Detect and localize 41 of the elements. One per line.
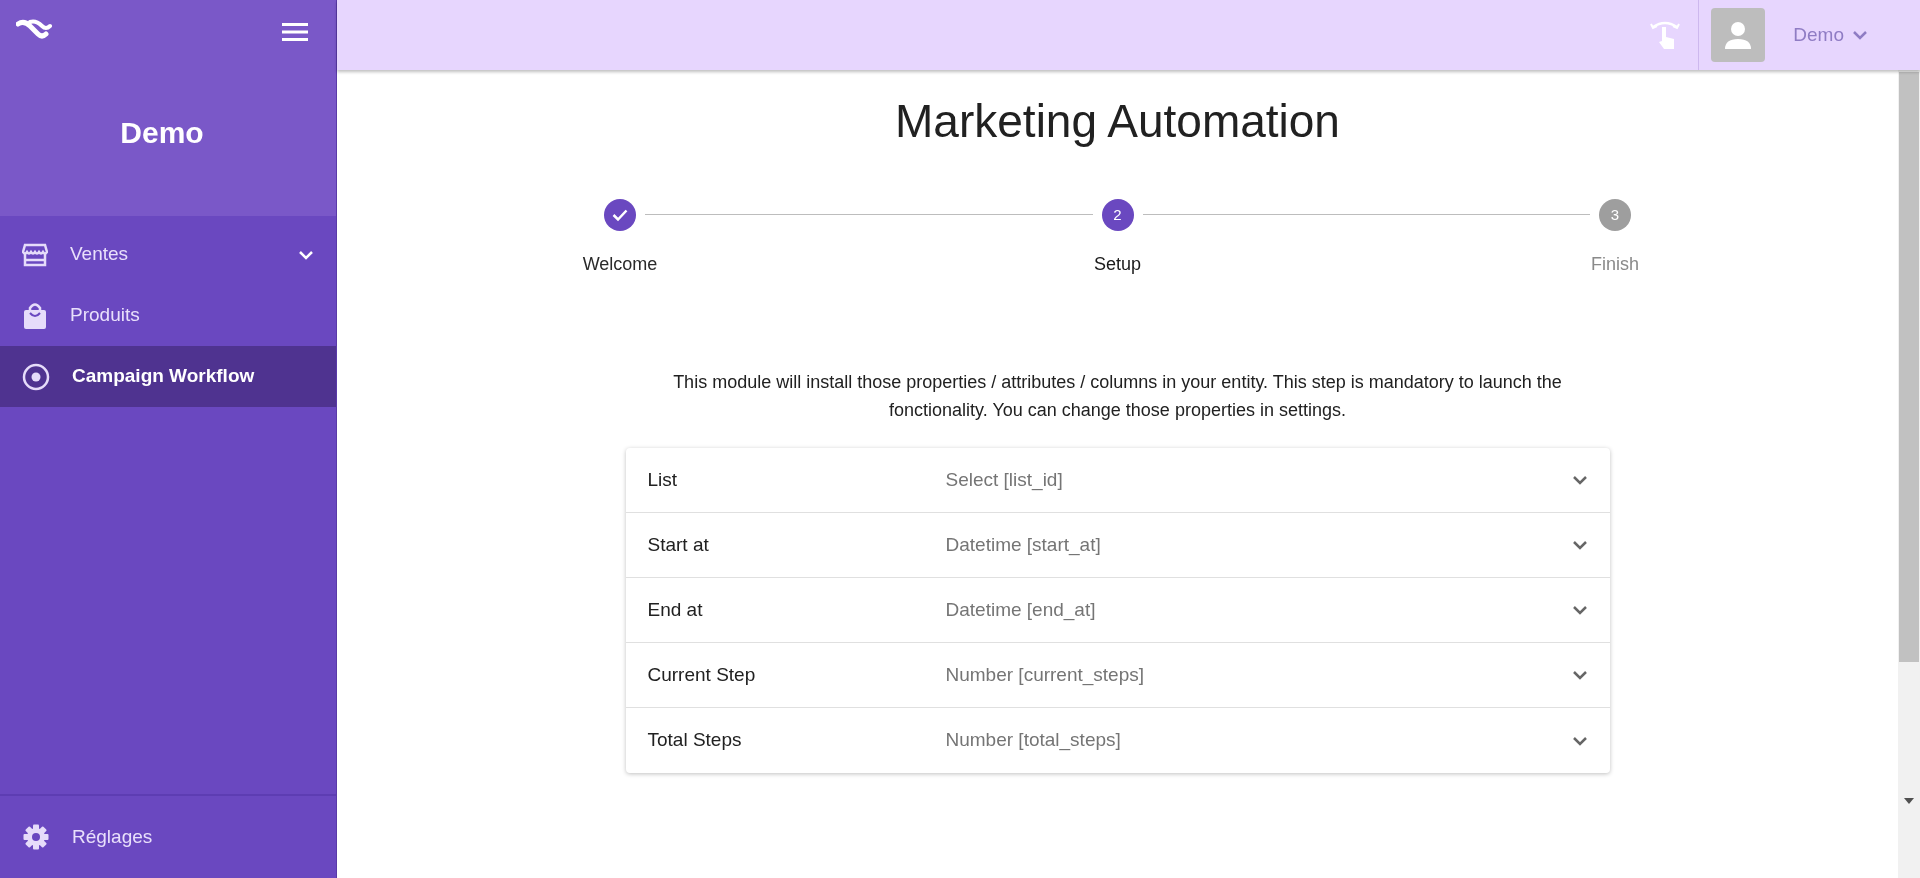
- chevron-down-icon: [1571, 539, 1588, 552]
- avatar[interactable]: [1711, 8, 1766, 62]
- settings-icon: [22, 823, 50, 851]
- chevron-down-icon: [1571, 669, 1588, 682]
- field-type-text: Datetime [start_at]: [945, 532, 1102, 558]
- field-row[interactable]: List Select [list_id]: [625, 448, 1610, 514]
- step-number: 3: [1599, 199, 1631, 232]
- target-icon: [22, 362, 50, 391]
- shopping-bag-icon: [22, 301, 48, 330]
- step-label: Welcome: [582, 253, 658, 277]
- chevron-down-icon: [1571, 474, 1588, 487]
- chevron-down-icon: [1571, 734, 1588, 747]
- store-icon: [22, 242, 48, 267]
- field-row[interactable]: Total Steps Number [total_steps]: [625, 708, 1610, 774]
- field-label: Start at: [647, 532, 710, 557]
- field-label: List: [647, 467, 679, 492]
- field-type-text: Number [total_steps]: [945, 728, 1122, 753]
- description-text: This module will install those properties / attributes / columns in your entity. This step is mandatory to launch the fonctionality. You can change those properties in settings.: [672, 371, 1563, 423]
- field-row[interactable]: Current Step Number [current_steps]: [625, 643, 1610, 709]
- chevron-down-icon: [1571, 604, 1588, 617]
- step-label: Setup: [1093, 253, 1141, 277]
- field-type-text: Number [current_steps]: [945, 662, 1146, 688]
- menu-icon[interactable]: [282, 22, 308, 42]
- step-label: Finish: [1591, 253, 1639, 277]
- sidebar-item[interactable]: Ventes: [0, 224, 336, 285]
- step-number: 2: [1101, 199, 1134, 232]
- field-label: Current Step: [647, 662, 757, 687]
- field-label: Total Steps: [647, 728, 743, 753]
- field-row[interactable]: End at Datetime [end_at]: [625, 578, 1610, 644]
- sidebar-item[interactable]: Campaign Workflow: [0, 346, 336, 407]
- field-row[interactable]: Start at Datetime [start_at]: [625, 513, 1610, 579]
- brand-name: Demo: [119, 115, 205, 151]
- sidebar-item[interactable]: Produits: [0, 285, 336, 346]
- caret-icon: [1852, 29, 1868, 41]
- field-type-text: Select [list_id]: [945, 467, 1064, 493]
- field-label: End at: [647, 597, 704, 622]
- field-type-text: Datetime [end_at]: [945, 597, 1097, 623]
- scrollbar[interactable]: [1898, 70, 1920, 878]
- settings-item[interactable]: Réglages: [0, 794, 336, 878]
- page-title: Marketing Automation: [895, 94, 1340, 149]
- touch-gesture-icon[interactable]: [1650, 19, 1681, 51]
